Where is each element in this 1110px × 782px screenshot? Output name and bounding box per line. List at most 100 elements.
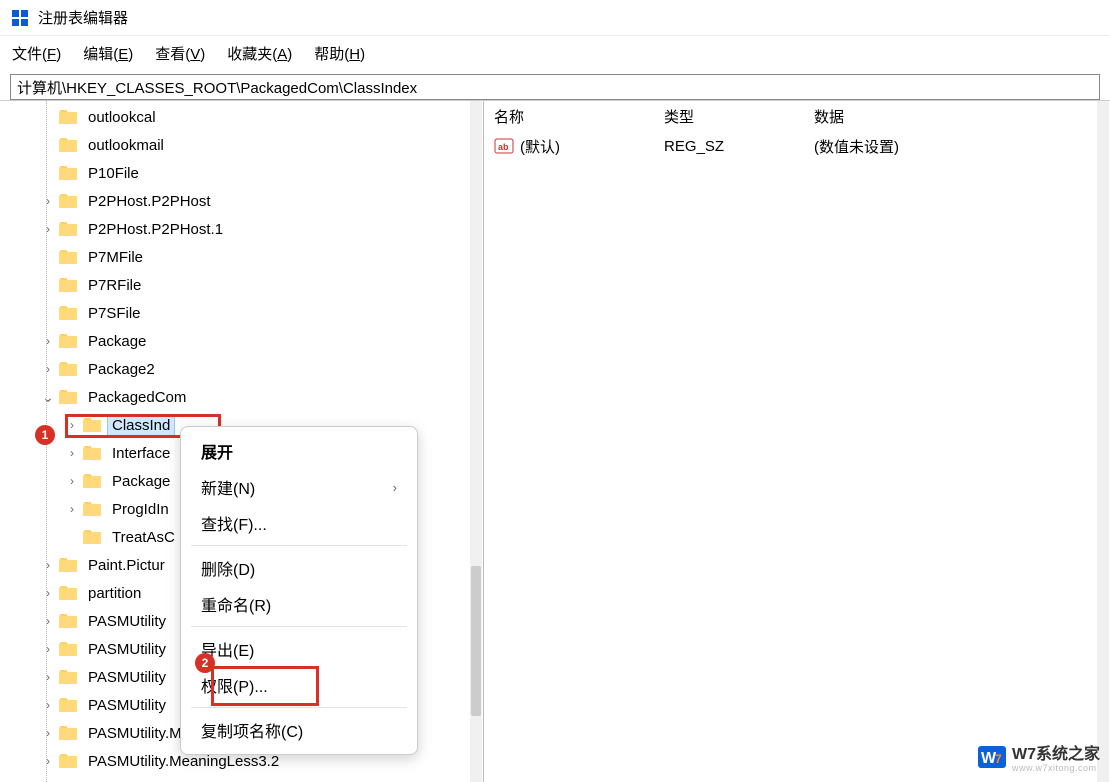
tree-item[interactable]: PackagedCom	[0, 383, 483, 411]
tree-item-label: ProgIdIn	[108, 500, 173, 519]
tree-item-label: P7RFile	[84, 276, 145, 295]
svg-text:7: 7	[995, 752, 1002, 766]
tree-item-label: PASMUtility	[84, 696, 170, 715]
chevron-right-icon[interactable]	[40, 726, 56, 740]
folder-icon	[58, 109, 78, 125]
chevron-right-icon[interactable]	[40, 754, 56, 768]
tree-item-label: Package	[108, 472, 174, 491]
address-input[interactable]: 计算机\HKEY_CLASSES_ROOT\PackagedCom\ClassI…	[10, 74, 1100, 100]
tree-item[interactable]: outlookmail	[0, 131, 483, 159]
folder-icon	[58, 697, 78, 713]
menu-view[interactable]: 查看(V)	[153, 39, 207, 68]
folder-icon	[58, 389, 78, 405]
context-menu-item[interactable]: 导出(E)	[181, 631, 417, 667]
watermark-logo: W7	[978, 746, 1006, 774]
window-title: 注册表编辑器	[38, 7, 128, 28]
folder-icon	[82, 445, 102, 461]
tree-item[interactable]: P2PHost.P2PHost	[0, 187, 483, 215]
annotation-callout-1: 1	[35, 425, 55, 445]
string-value-icon: ab	[494, 138, 514, 154]
folder-icon	[82, 529, 102, 545]
value-row[interactable]: ab (默认) REG_SZ (数值未设置)	[484, 131, 1110, 161]
tree-item-label: Paint.Pictur	[84, 556, 169, 575]
tree-item[interactable]: outlookcal	[0, 103, 483, 131]
chevron-right-icon[interactable]	[64, 446, 80, 460]
chevron-down-icon[interactable]	[40, 389, 56, 406]
tree-item[interactable]: P10File	[0, 159, 483, 187]
chevron-right-icon[interactable]	[40, 586, 56, 600]
values-scrollbar[interactable]	[1097, 101, 1109, 782]
chevron-right-icon: ›	[393, 480, 397, 495]
context-menu-item[interactable]: 展开	[181, 433, 417, 469]
tree-item-label: outlookcal	[84, 108, 160, 127]
content-area: outlookcal outlookmail P10FileP2PHost.P2…	[0, 100, 1110, 782]
title-bar: 注册表编辑器	[0, 0, 1110, 36]
tree-spacer	[40, 250, 56, 264]
tree-spacer	[64, 530, 80, 544]
tree-item-label: P7MFile	[84, 248, 147, 267]
chevron-right-icon[interactable]	[40, 642, 56, 656]
values-header: 名称 类型 数据	[484, 101, 1110, 131]
context-menu-item[interactable]: 复制项名称(C)	[181, 712, 417, 748]
tree-item[interactable]: P2PHost.P2PHost.1	[0, 215, 483, 243]
menu-separator	[191, 626, 407, 627]
tree-scrollbar[interactable]	[470, 101, 482, 782]
svg-text:ab: ab	[498, 142, 509, 152]
tree-item-label: partition	[84, 584, 145, 603]
chevron-right-icon[interactable]	[40, 194, 56, 208]
value-type: REG_SZ	[664, 138, 814, 155]
context-menu-label: 重命名(R)	[201, 592, 271, 616]
values-pane: 名称 类型 数据 ab (默认) REG_SZ (数值未设置)	[484, 101, 1110, 782]
watermark-title: W7系统之家	[1012, 747, 1100, 764]
folder-icon	[58, 165, 78, 181]
tree-item[interactable]: Package2	[0, 355, 483, 383]
context-menu-item[interactable]: 删除(D)	[181, 550, 417, 586]
folder-icon	[58, 361, 78, 377]
menu-favorites[interactable]: 收藏夹(A)	[225, 39, 294, 68]
col-header-data[interactable]: 数据	[814, 106, 1110, 127]
menu-separator	[191, 707, 407, 708]
tree-scrollbar-thumb[interactable]	[471, 566, 481, 716]
tree-item[interactable]: P7SFile	[0, 299, 483, 327]
context-menu-label: 查找(F)...	[201, 511, 267, 535]
address-text: 计算机\HKEY_CLASSES_ROOT\PackagedCom\ClassI…	[17, 77, 417, 98]
tree-item-label: P2PHost.P2PHost.1	[84, 220, 227, 239]
context-menu-item[interactable]: 重命名(R)	[181, 586, 417, 622]
col-header-type[interactable]: 类型	[664, 106, 814, 127]
menu-bar: 文件(F) 编辑(E) 查看(V) 收藏夹(A) 帮助(H)	[0, 36, 1110, 70]
context-menu-label: 展开	[201, 439, 233, 463]
chevron-right-icon[interactable]	[40, 698, 56, 712]
chevron-right-icon[interactable]	[40, 614, 56, 628]
folder-icon	[58, 753, 78, 769]
menu-file[interactable]: 文件(F)	[10, 39, 63, 68]
tree-item[interactable]: P7MFile	[0, 243, 483, 271]
folder-icon	[58, 557, 78, 573]
chevron-right-icon[interactable]	[40, 558, 56, 572]
context-menu-item[interactable]: 新建(N)›	[181, 469, 417, 505]
chevron-right-icon[interactable]	[40, 362, 56, 376]
col-header-name[interactable]: 名称	[494, 106, 664, 127]
tree-spacer	[40, 278, 56, 292]
annotation-box-2	[211, 666, 319, 706]
chevron-right-icon[interactable]	[40, 334, 56, 348]
menu-help[interactable]: 帮助(H)	[312, 39, 367, 68]
folder-icon	[58, 137, 78, 153]
app-icon	[10, 8, 30, 28]
chevron-right-icon[interactable]	[40, 670, 56, 684]
tree-pane: outlookcal outlookmail P10FileP2PHost.P2…	[0, 101, 484, 782]
tree-item-label: TreatAsC	[108, 528, 179, 547]
chevron-right-icon[interactable]	[40, 222, 56, 236]
tree-item-label: Package2	[84, 360, 159, 379]
chevron-right-icon[interactable]	[64, 474, 80, 488]
tree-item[interactable]: P7RFile	[0, 271, 483, 299]
watermark: W7 W7系统之家 www.w7xitong.com	[978, 746, 1100, 774]
context-menu-item[interactable]: 查找(F)...	[181, 505, 417, 541]
watermark-url: www.w7xitong.com	[1012, 764, 1100, 773]
menu-edit[interactable]: 编辑(E)	[81, 39, 135, 68]
folder-icon	[58, 585, 78, 601]
context-menu-label: 删除(D)	[201, 556, 255, 580]
folder-icon	[82, 501, 102, 517]
tree-item[interactable]: Package	[0, 327, 483, 355]
folder-icon	[58, 669, 78, 685]
chevron-right-icon[interactable]	[64, 502, 80, 516]
